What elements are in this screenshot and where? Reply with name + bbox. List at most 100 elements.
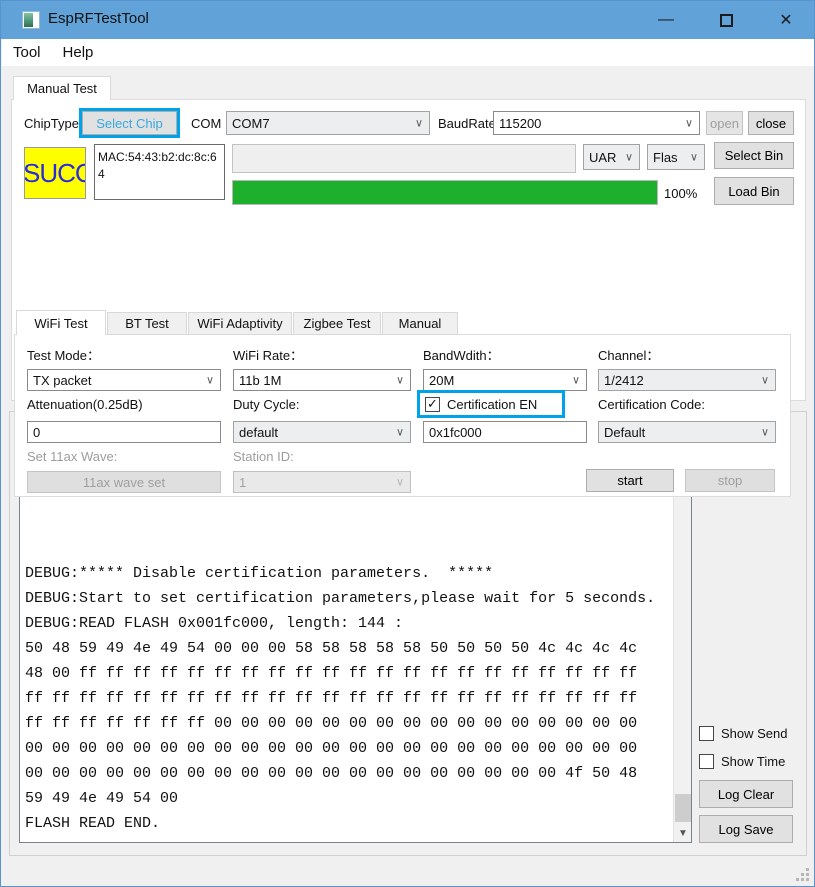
wave-set-button[interactable]: 11ax wave set bbox=[27, 471, 221, 493]
bandwidth-select[interactable]: 20M ∨ bbox=[423, 369, 587, 391]
log-line bbox=[25, 836, 672, 842]
select-chip-button[interactable]: Select Chip bbox=[82, 111, 177, 135]
menu-help[interactable]: Help bbox=[52, 39, 105, 66]
status-text: SUCC bbox=[24, 158, 86, 189]
app-icon bbox=[22, 11, 40, 29]
log-line: DEBUG:READ FLASH 0x001fc000, length: 144… bbox=[25, 611, 672, 636]
chevron-down-icon: ∨ bbox=[685, 117, 693, 130]
show-time-label: Show Time bbox=[721, 754, 785, 769]
tab-wifi-test[interactable]: WiFi Test bbox=[16, 310, 106, 335]
wifi-rate-label: WiFi Rate： bbox=[233, 345, 303, 364]
test-mode-value: TX packet bbox=[33, 373, 92, 388]
test-mode-select[interactable]: TX packet ∨ bbox=[27, 369, 221, 391]
show-time-row: Show Time bbox=[699, 754, 785, 769]
chevron-down-icon: ∨ bbox=[572, 374, 580, 387]
chip-type-label: ChipType bbox=[24, 116, 79, 131]
log-line: FLASH READ END. bbox=[25, 811, 672, 836]
log-line: DEBUG:***** Disable certification parame… bbox=[25, 561, 672, 586]
chevron-down-icon: ∨ bbox=[761, 426, 769, 439]
mac-address-box: MAC:54:43:b2:dc:8c:64 bbox=[94, 144, 225, 200]
tab-zigbee-test[interactable]: Zigbee Test bbox=[293, 312, 381, 335]
chevron-down-icon: ∨ bbox=[396, 374, 404, 387]
flash-select-value: Flas bbox=[653, 150, 678, 165]
tab-wifi-adaptivity[interactable]: WiFi Adaptivity bbox=[188, 312, 292, 335]
station-id-select[interactable]: 1 ∨ bbox=[233, 471, 411, 493]
select-chip-highlight: Select Chip bbox=[79, 108, 180, 138]
load-bin-button[interactable]: Load Bin bbox=[714, 177, 794, 205]
log-line: 50 48 59 49 4e 49 54 00 00 00 58 58 58 5… bbox=[25, 636, 672, 661]
wifi-rate-select[interactable]: 11b 1M ∨ bbox=[233, 369, 411, 391]
maximize-icon bbox=[720, 14, 733, 27]
attenuation-input[interactable]: 0 bbox=[27, 421, 221, 443]
tab-bt-test[interactable]: BT Test bbox=[107, 312, 187, 335]
certification-addr-input[interactable]: 0x1fc000 bbox=[423, 421, 587, 443]
resize-grip[interactable] bbox=[797, 869, 809, 881]
maximize-button[interactable] bbox=[698, 1, 754, 39]
wifi-test-panel: Test Mode： WiFi Rate： BandWdith： Channel… bbox=[14, 334, 791, 497]
log-line: 00 00 00 00 00 00 00 00 00 00 00 00 00 0… bbox=[25, 736, 672, 761]
chevron-down-icon: ∨ bbox=[396, 476, 404, 489]
log-clear-button[interactable]: Log Clear bbox=[699, 780, 793, 808]
com-port-value: COM7 bbox=[232, 116, 270, 131]
close-button[interactable]: ✕ bbox=[758, 1, 814, 39]
chevron-down-icon: ∨ bbox=[625, 151, 633, 164]
certification-code-select[interactable]: Default ∨ bbox=[598, 421, 776, 443]
flash-select[interactable]: Flas ∨ bbox=[647, 144, 705, 170]
start-button[interactable]: start bbox=[586, 469, 674, 492]
attenuation-label: Attenuation(0.25dB) bbox=[27, 397, 143, 412]
set-11ax-wave-label: Set 11ax Wave: bbox=[27, 449, 117, 464]
channel-label: Channel： bbox=[598, 345, 659, 364]
com-label: COM bbox=[191, 116, 221, 131]
certification-code-label: Certification Code: bbox=[598, 397, 705, 412]
baud-rate-value: 115200 bbox=[499, 116, 541, 131]
uart-select-value: UAR bbox=[589, 150, 616, 165]
log-line bbox=[25, 536, 672, 561]
close-port-button[interactable]: close bbox=[748, 111, 794, 135]
show-send-label: Show Send bbox=[721, 726, 788, 741]
log-line: 00 00 00 00 00 00 00 00 00 00 00 00 00 0… bbox=[25, 761, 672, 786]
chevron-down-icon: ∨ bbox=[690, 151, 698, 164]
progress-percent-label: 100% bbox=[664, 186, 697, 201]
scroll-down-icon[interactable]: ▼ bbox=[674, 825, 692, 842]
station-id-label: Station ID: bbox=[233, 449, 294, 464]
log-line: 59 49 4e 49 54 00 bbox=[25, 786, 672, 811]
stop-button[interactable]: stop bbox=[685, 469, 775, 492]
chevron-down-icon: ∨ bbox=[761, 374, 769, 387]
scrollbar-thumb[interactable] bbox=[675, 794, 691, 822]
certification-en-highlight: ✓ Certification EN bbox=[417, 390, 565, 418]
show-time-checkbox[interactable] bbox=[699, 754, 714, 769]
test-mode-label: Test Mode： bbox=[27, 345, 100, 364]
log-lines: DEBUG:***** Disable certification parame… bbox=[25, 536, 672, 842]
baud-rate-select[interactable]: 115200 ∨ bbox=[493, 111, 700, 135]
open-button[interactable]: open bbox=[706, 111, 743, 135]
wifi-rate-value: 11b 1M bbox=[239, 373, 281, 388]
log-line: 48 00 ff ff ff ff ff ff ff ff ff ff ff f… bbox=[25, 661, 672, 686]
select-bin-button[interactable]: Select Bin bbox=[714, 142, 794, 169]
channel-select[interactable]: 1/2412 ∨ bbox=[598, 369, 776, 391]
bandwidth-label: BandWdith： bbox=[423, 345, 500, 364]
duty-cycle-value: default bbox=[239, 425, 278, 440]
com-port-select[interactable]: COM7 ∨ bbox=[226, 111, 430, 135]
minimize-button[interactable]: — bbox=[638, 1, 694, 39]
chevron-down-icon: ∨ bbox=[415, 117, 423, 130]
manual-test-page: ChipType Select Chip COM COM7 ∨ BaudRate… bbox=[11, 99, 806, 401]
station-id-value: 1 bbox=[239, 475, 246, 490]
certification-en-label: Certification EN bbox=[447, 397, 537, 412]
uart-select[interactable]: UAR ∨ bbox=[583, 144, 640, 170]
show-send-checkbox[interactable] bbox=[699, 726, 714, 741]
title-bar: EspRFTestTool — ✕ bbox=[1, 1, 814, 39]
log-save-button[interactable]: Log Save bbox=[699, 815, 793, 843]
log-line: ff ff ff ff ff ff ff 00 00 00 00 00 00 0… bbox=[25, 711, 672, 736]
tab-manual-test[interactable]: Manual Test bbox=[13, 76, 111, 100]
status-badge: SUCC bbox=[24, 147, 86, 199]
chevron-down-icon: ∨ bbox=[396, 426, 404, 439]
duty-cycle-select[interactable]: default ∨ bbox=[233, 421, 411, 443]
menu-tool[interactable]: Tool bbox=[2, 39, 52, 66]
flash-progress-fill bbox=[233, 181, 657, 204]
bin-path-input[interactable] bbox=[232, 144, 576, 173]
baud-rate-label: BaudRate bbox=[438, 116, 496, 131]
log-line: DEBUG:Start to set certification paramet… bbox=[25, 586, 672, 611]
certification-code-value: Default bbox=[604, 425, 645, 440]
certification-en-checkbox[interactable]: ✓ bbox=[425, 397, 440, 412]
tab-manual[interactable]: Manual bbox=[382, 312, 458, 335]
